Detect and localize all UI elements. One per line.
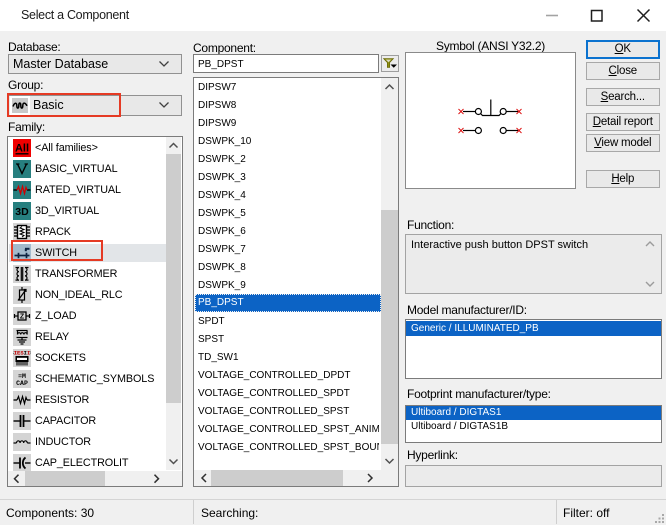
svg-text:3D: 3D <box>15 206 29 218</box>
svg-text:Z: Z <box>20 314 25 321</box>
svg-text:=M: =M <box>18 373 26 380</box>
svg-text:All: All <box>15 143 29 155</box>
svg-text:CAP: CAP <box>16 380 28 387</box>
svg-text:SIESIIS: SIESIIS <box>13 350 31 357</box>
